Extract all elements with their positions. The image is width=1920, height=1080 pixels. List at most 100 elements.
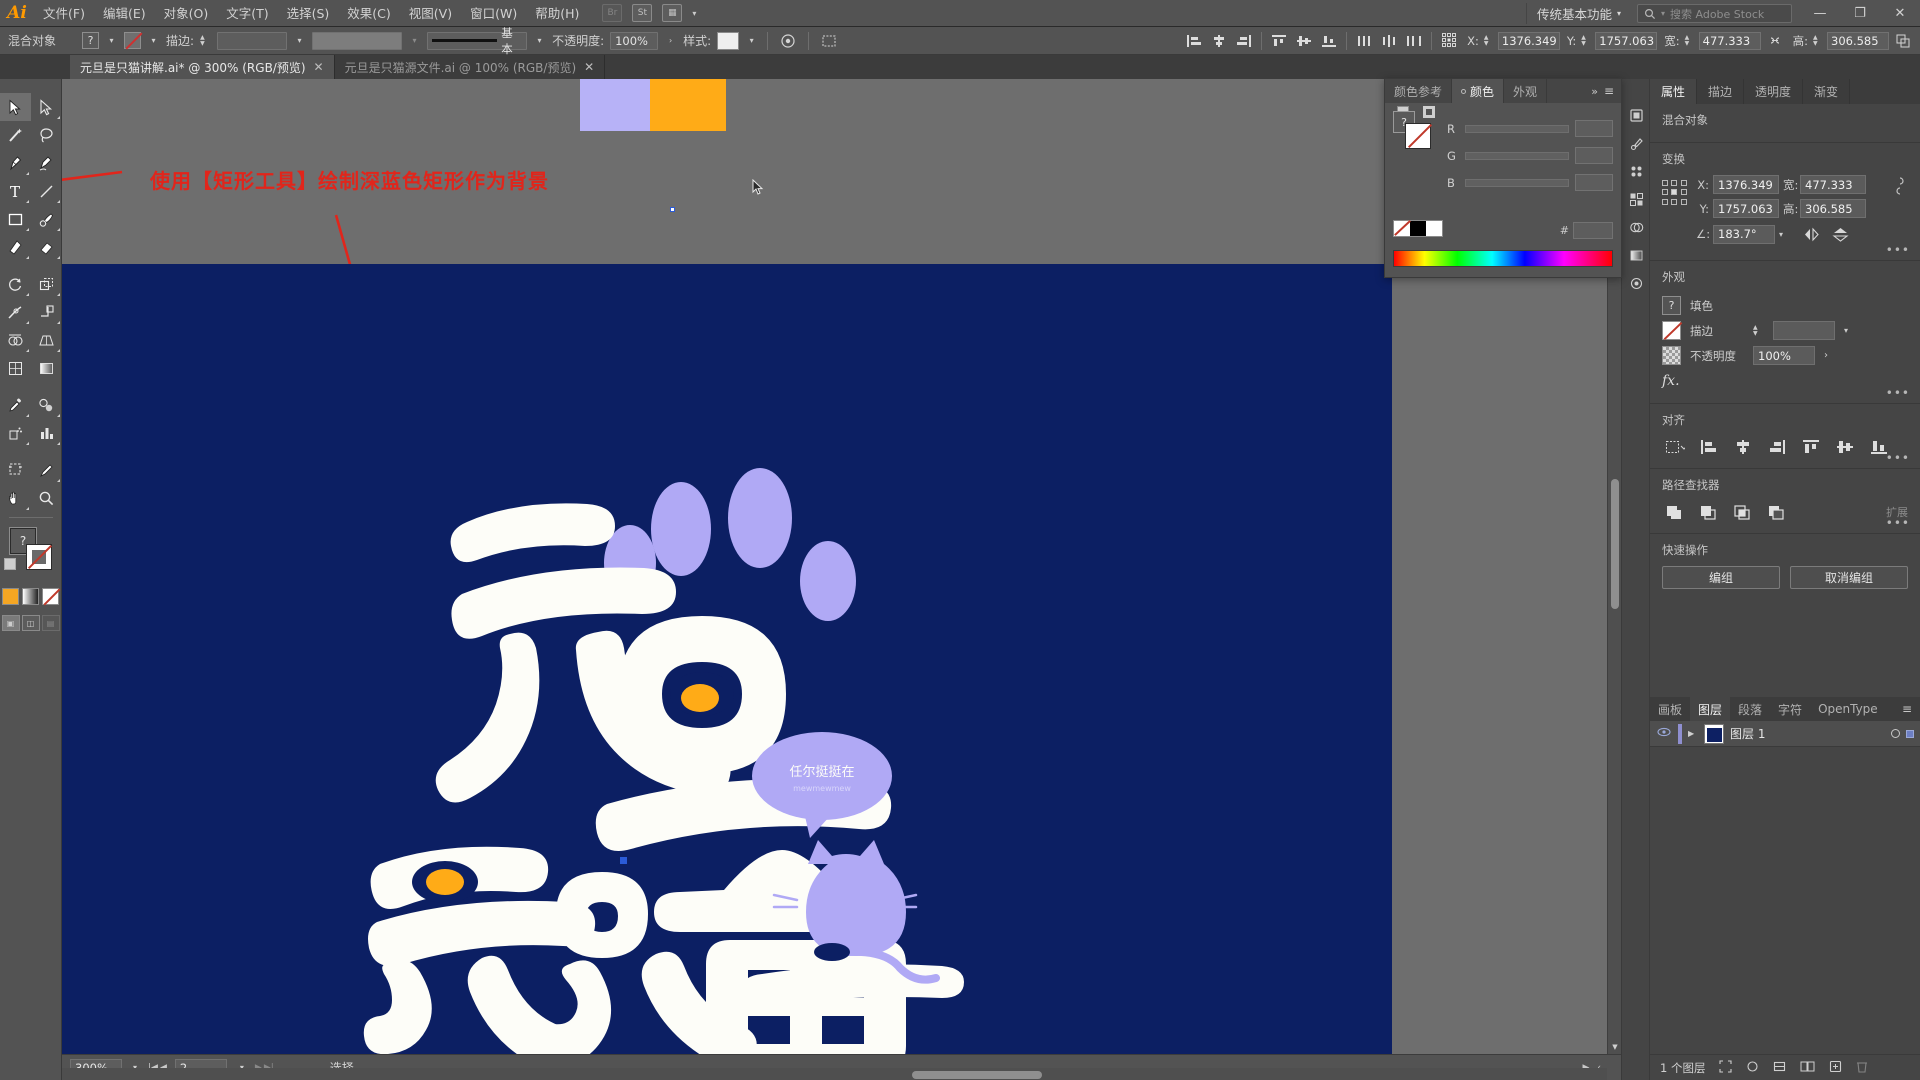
pathfinder-more-icon[interactable]: ••• xyxy=(1886,516,1910,530)
symbol-sprayer-tool[interactable] xyxy=(0,419,31,447)
collapse-panel-icon[interactable]: » xyxy=(1591,85,1598,98)
menu-edit[interactable]: 编辑(E) xyxy=(94,0,155,27)
align-more-icon[interactable]: ••• xyxy=(1886,451,1910,465)
reference-point-icon[interactable] xyxy=(1438,31,1460,51)
new-layer-group-icon[interactable] xyxy=(1800,1060,1815,1076)
stock-icon[interactable]: St xyxy=(632,4,653,22)
x-spinner[interactable]: ▲ ▼ xyxy=(1484,34,1493,47)
brush-chevron-icon[interactable]: ▾ xyxy=(533,32,546,49)
column-graph-tool[interactable] xyxy=(31,419,62,447)
slider-g-value[interactable] xyxy=(1575,147,1613,164)
canvas-scroll-thumb[interactable] xyxy=(1611,479,1619,609)
menu-view[interactable]: 视图(V) xyxy=(400,0,461,27)
document-tab-2-close-icon[interactable]: ✕ xyxy=(584,60,594,74)
style-chevron-icon[interactable]: ▾ xyxy=(745,32,758,49)
arrange-documents-icon[interactable]: ▦ xyxy=(662,4,683,22)
layer-row[interactable]: ▶ 图层 1 xyxy=(1650,721,1920,747)
height-spinner[interactable]: ▲ ▼ xyxy=(1813,34,1822,47)
hand-tool[interactable] xyxy=(0,484,31,512)
selection-anchor-top[interactable] xyxy=(670,207,675,212)
pathfinder-intersect-icon[interactable] xyxy=(1730,501,1755,523)
stroke-weight-chevron-icon[interactable]: ▾ xyxy=(293,32,306,49)
tab-transparency[interactable]: 透明度 xyxy=(1744,79,1804,104)
swatch-none[interactable] xyxy=(1394,221,1410,236)
constrain-proportions-icon[interactable] xyxy=(1892,175,1908,200)
opacity-expand-icon[interactable]: › xyxy=(1824,350,1828,361)
pathfinder-minus-front-icon[interactable] xyxy=(1696,501,1721,523)
align-right-edges-icon[interactable] xyxy=(1764,436,1789,458)
distribute-left-icon[interactable] xyxy=(1353,31,1375,51)
rotate-tool[interactable] xyxy=(0,270,31,298)
screen-mode-presentation-icon[interactable]: ▤ xyxy=(41,615,60,631)
menu-object[interactable]: 对象(O) xyxy=(155,0,218,27)
layer-select-indicator[interactable] xyxy=(1906,729,1914,738)
fill-color-swatch[interactable]: ? xyxy=(82,32,100,49)
slice-tool[interactable] xyxy=(31,456,62,484)
scroll-down-icon[interactable]: ▼ xyxy=(1608,1040,1621,1054)
fill-swatch-chevron-icon[interactable]: ▾ xyxy=(105,32,118,49)
menu-select[interactable]: 选择(S) xyxy=(278,0,339,27)
shape-builder-tool[interactable] xyxy=(0,326,31,354)
color-mode-gradient-icon[interactable] xyxy=(22,588,39,605)
gradient-panel-icon[interactable] xyxy=(1622,241,1650,269)
angle-chevron-icon[interactable]: ▾ xyxy=(1779,230,1783,239)
stroke-swatch-large[interactable] xyxy=(26,544,52,570)
appearance-more-icon[interactable]: ••• xyxy=(1886,386,1910,400)
direct-selection-tool[interactable] xyxy=(31,93,62,121)
height-input[interactable]: 306.585 xyxy=(1827,31,1889,50)
free-transform-tool[interactable] xyxy=(31,298,62,326)
tab-artboards[interactable]: 画板 xyxy=(1650,697,1690,721)
align-to-selection-icon[interactable] xyxy=(1662,436,1687,458)
align-bottom-icon[interactable] xyxy=(1318,31,1340,51)
delete-layer-icon[interactable] xyxy=(1856,1060,1868,1076)
pathfinder-unite-icon[interactable] xyxy=(1662,501,1687,523)
tab-layers[interactable]: 图层 xyxy=(1690,697,1731,721)
appearance-stroke-input[interactable] xyxy=(1773,321,1835,340)
pathfinder-exclude-icon[interactable] xyxy=(1764,501,1789,523)
distribute-center-icon[interactable] xyxy=(1378,31,1400,51)
stroke-weight-spinner[interactable]: ▲ ▼ xyxy=(200,34,209,47)
swatches-icon[interactable] xyxy=(1622,185,1650,213)
align-vertical-center-icon[interactable] xyxy=(1832,436,1857,458)
arrange-chevron-icon[interactable]: ▾ xyxy=(692,9,696,18)
appearance-opacity-icon[interactable] xyxy=(1662,346,1681,365)
tab-appearance[interactable]: 外观 xyxy=(1504,79,1548,103)
distribute-right-icon[interactable] xyxy=(1403,31,1425,51)
recolor-artwork-icon[interactable] xyxy=(777,31,799,51)
screen-mode-full-icon[interactable]: ◫ xyxy=(21,615,40,631)
align-top-icon[interactable] xyxy=(1268,31,1290,51)
align-center-h-icon[interactable] xyxy=(1208,31,1230,51)
tab-paragraph[interactable]: 段落 xyxy=(1730,697,1770,721)
align-right-icon[interactable] xyxy=(1233,31,1255,51)
transparency-icon[interactable] xyxy=(1622,213,1650,241)
fx-icon[interactable]: fx. xyxy=(1662,373,1680,389)
blend-tool[interactable] xyxy=(31,391,62,419)
scale-tool[interactable] xyxy=(31,270,62,298)
tab-color[interactable]: 颜色 xyxy=(1452,79,1505,103)
create-sublayer-icon[interactable] xyxy=(1773,1060,1786,1076)
layer-expand-icon[interactable]: ▶ xyxy=(1688,729,1698,738)
color-panel-menu-icon[interactable]: ≡ xyxy=(1604,84,1614,98)
tab-stroke[interactable]: 描边 xyxy=(1697,79,1745,104)
width-input[interactable]: 477.333 xyxy=(1698,31,1761,50)
transform-more-icon[interactable]: ••• xyxy=(1886,243,1910,257)
pen-tool[interactable] xyxy=(0,149,31,177)
appearance-stroke-swatch[interactable] xyxy=(1662,321,1681,340)
close-button[interactable]: ✕ xyxy=(1880,0,1920,27)
line-segment-tool[interactable] xyxy=(31,177,62,205)
stroke-color-swatch[interactable] xyxy=(124,32,142,49)
color-spectrum-bar[interactable] xyxy=(1393,250,1613,267)
lasso-tool[interactable] xyxy=(31,121,62,149)
menu-effect[interactable]: 效果(C) xyxy=(338,0,399,27)
y-spinner[interactable]: ▲ ▼ xyxy=(1581,34,1590,47)
screen-mode-normal-icon[interactable]: ▣ xyxy=(1,615,20,631)
tab-color-guide[interactable]: 颜色参考 xyxy=(1385,79,1453,103)
width-spinner[interactable]: ▲ ▼ xyxy=(1685,34,1694,47)
canvas-hscroll-thumb[interactable] xyxy=(912,1071,1042,1079)
maximize-button[interactable]: ❐ xyxy=(1840,0,1880,27)
tab-character[interactable]: 字符 xyxy=(1770,697,1810,721)
curvature-tool[interactable] xyxy=(31,149,62,177)
more-options-icon[interactable] xyxy=(1892,31,1914,51)
mesh-tool[interactable] xyxy=(0,354,31,382)
appearance-icon[interactable] xyxy=(1622,269,1650,297)
